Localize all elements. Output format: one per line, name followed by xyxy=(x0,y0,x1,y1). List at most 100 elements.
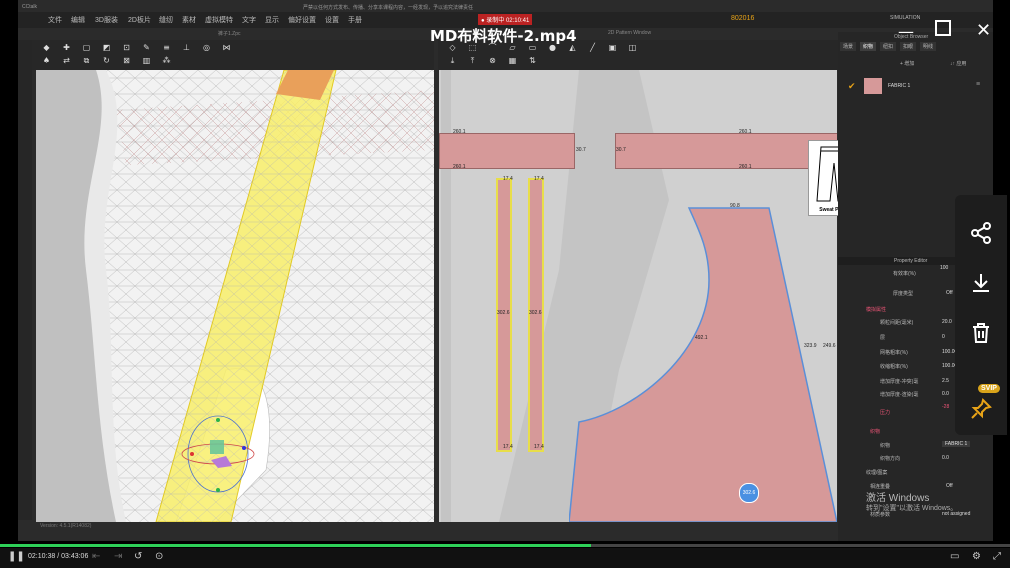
close-icon[interactable]: ✕ xyxy=(976,20,991,41)
section-simulation[interactable]: 模拟属性 xyxy=(866,306,886,313)
pause-icon[interactable]: ❚❚ xyxy=(8,551,25,562)
apply-button[interactable]: ↓↑ 应用 xyxy=(950,60,966,67)
prop-value-2[interactable]: 20.0 xyxy=(942,319,952,325)
lock-tool-icon[interactable]: ⊠ xyxy=(122,56,131,65)
add-fabric-button[interactable]: + 增加 xyxy=(900,60,914,67)
activate-windows-subtitle: 转到"设置"以激活 Windows。 xyxy=(866,505,958,512)
2d-pattern-viewport[interactable]: 260.1 260.1 30.7 30.7 260.1 260.1 17.4 1… xyxy=(439,70,837,522)
prop-label-1: 厚度类型 xyxy=(893,291,914,297)
prop-label-4: 网格粗率(%) xyxy=(880,350,908,356)
minimize-icon[interactable]: — xyxy=(898,22,914,41)
app-window: CCtalk M 文件 编辑 3D服装 2D板片 缝纫 素材 虚拟模特 文字 显… xyxy=(18,0,993,541)
lock-value[interactable]: Off xyxy=(946,483,953,489)
menu-avatar[interactable]: 虚拟模特 xyxy=(205,15,233,25)
tab-buttonhole[interactable]: 扣眼 xyxy=(900,42,917,51)
texture-tool-icon[interactable]: ▦ xyxy=(508,56,517,65)
brush-tool-icon[interactable]: ✎ xyxy=(142,43,151,52)
menu-material[interactable]: 素材 xyxy=(182,15,196,25)
subtitle-icon[interactable]: ▭ xyxy=(950,551,959,562)
trace-tool-icon[interactable]: ◫ xyxy=(628,43,637,52)
seam-allowance-icon[interactable]: ▣ xyxy=(608,43,617,52)
delete-icon[interactable] xyxy=(969,321,993,345)
speed-icon[interactable]: ⊙ xyxy=(155,551,163,562)
trash-icon-svg xyxy=(973,323,989,343)
menu-2d[interactable]: 2D板片 xyxy=(128,15,151,25)
measure-tool-icon[interactable]: ⊥ xyxy=(182,43,191,52)
section-texture[interactable]: 纹理/图案 xyxy=(866,469,887,476)
tab-scene[interactable]: 场景 xyxy=(840,42,857,51)
download-icon-svg xyxy=(973,274,989,292)
fabric-direction-value[interactable]: 0.0 xyxy=(942,455,949,461)
pin-tool-icon[interactable]: ⊡ xyxy=(122,43,131,52)
fabric-menu-icon[interactable]: ≡ xyxy=(976,81,980,88)
tab-fabric[interactable]: 织物 xyxy=(860,42,877,51)
simulation-label: SIMULATION xyxy=(890,15,921,21)
menu-text[interactable]: 文字 xyxy=(242,15,256,25)
internal-line-icon[interactable]: ╱ xyxy=(588,43,597,52)
3d-viewport[interactable] xyxy=(36,70,434,522)
menu-3d[interactable]: 3D服装 xyxy=(95,15,118,25)
sew-tool-icon[interactable]: ⁂ xyxy=(162,56,171,65)
fabric-select[interactable]: FABRIC 1 xyxy=(942,441,971,447)
next-icon[interactable]: ⇥ xyxy=(114,551,122,562)
svip-badge: SVIP xyxy=(978,384,1000,393)
prop-value-7[interactable]: 0.0 xyxy=(942,391,949,397)
maximize-icon[interactable] xyxy=(935,20,951,36)
section-pressure[interactable]: 压力 xyxy=(880,409,890,416)
meas-bottom-left: 260.1 xyxy=(453,164,466,170)
prop-value-0[interactable]: 100 xyxy=(940,265,948,271)
selected-point-indicator[interactable]: 302.6 xyxy=(739,483,759,503)
grain-tool-icon[interactable]: ⇅ xyxy=(528,56,537,65)
menu-edit[interactable]: 编辑 xyxy=(71,15,85,25)
prop-value-6[interactable]: 2.5 xyxy=(942,378,949,384)
prop-label-5: 收缩粗率(%) xyxy=(880,364,908,370)
activate-windows-title: 激活 Windows xyxy=(866,493,930,504)
meas-strip-bottom-2: 17.4 xyxy=(534,444,544,450)
meas-side: 323.9 xyxy=(804,343,817,349)
meas-curve: 492.1 xyxy=(695,335,708,341)
prop-value-1[interactable]: Off xyxy=(946,290,953,296)
download-icon[interactable] xyxy=(969,271,993,295)
menu-display[interactable]: 显示 xyxy=(265,15,279,25)
tape-tool-icon[interactable]: ≡ xyxy=(162,43,171,52)
share-icon[interactable] xyxy=(969,221,993,245)
select-tool-icon[interactable]: ◆ xyxy=(42,43,51,52)
arrange-tool-icon[interactable]: ⇄ xyxy=(62,56,71,65)
pressure-value[interactable]: -28 xyxy=(942,404,949,410)
share-icon-svg xyxy=(971,222,991,244)
fabric-list-item[interactable]: ✔ FABRIC 1 ≡ xyxy=(844,76,980,98)
tab-button[interactable]: 纽扣 xyxy=(880,42,897,51)
free-sew-icon[interactable]: ⤒ xyxy=(468,56,477,65)
pattern-piece-band-right[interactable] xyxy=(615,133,837,169)
view3d-title: 裤子1.Zpc xyxy=(218,31,241,37)
section-fabric[interactable]: 织物 xyxy=(870,428,880,435)
menu-preferences[interactable]: 偏好设置 xyxy=(288,15,316,25)
check-sew-icon[interactable]: ⊗ xyxy=(488,56,497,65)
box-tool-icon[interactable]: ▢ xyxy=(82,43,91,52)
menu-sewing[interactable]: 缝纫 xyxy=(159,15,173,25)
pattern-piece-pants-front[interactable] xyxy=(569,200,837,522)
prop-label-3: 层 xyxy=(880,335,886,341)
button-tool-icon[interactable]: ◎ xyxy=(202,43,211,52)
meas-strip-top-2: 17.4 xyxy=(534,176,544,182)
copy-tool-icon[interactable]: ⧉ xyxy=(82,56,91,65)
prop-value-3[interactable]: 0 xyxy=(942,334,945,340)
strip-tool-icon[interactable]: ▥ xyxy=(142,56,151,65)
rotate-tool-icon[interactable]: ↻ xyxy=(102,56,111,65)
segment-sew-icon[interactable]: ⤓ xyxy=(448,56,457,65)
prev-icon[interactable]: ⇤ xyxy=(92,551,100,562)
pin-icon[interactable] xyxy=(969,397,993,421)
menu-file[interactable]: 文件 xyxy=(48,15,62,25)
avatar-tool-icon[interactable]: ♠ xyxy=(42,56,51,65)
zipper-tool-icon[interactable]: ⋈ xyxy=(222,43,231,52)
fold-tool-icon[interactable]: ◩ xyxy=(102,43,111,52)
tab-topstitch[interactable]: 明线 xyxy=(920,42,937,51)
replay-icon[interactable]: ↺ xyxy=(134,551,142,562)
menu-manual[interactable]: 手册 xyxy=(348,15,362,25)
pin-icon-svg xyxy=(971,398,992,419)
notice-text: 严禁以任何方式发布、传播、分享本课程内容，一经发现，予以追究法律责任 xyxy=(303,5,474,11)
move-tool-icon[interactable]: ✚ xyxy=(62,43,71,52)
menu-settings[interactable]: 设置 xyxy=(325,15,339,25)
fullscreen-icon[interactable]: ⤢ xyxy=(993,551,1001,562)
settings-icon[interactable]: ⚙ xyxy=(972,551,981,562)
